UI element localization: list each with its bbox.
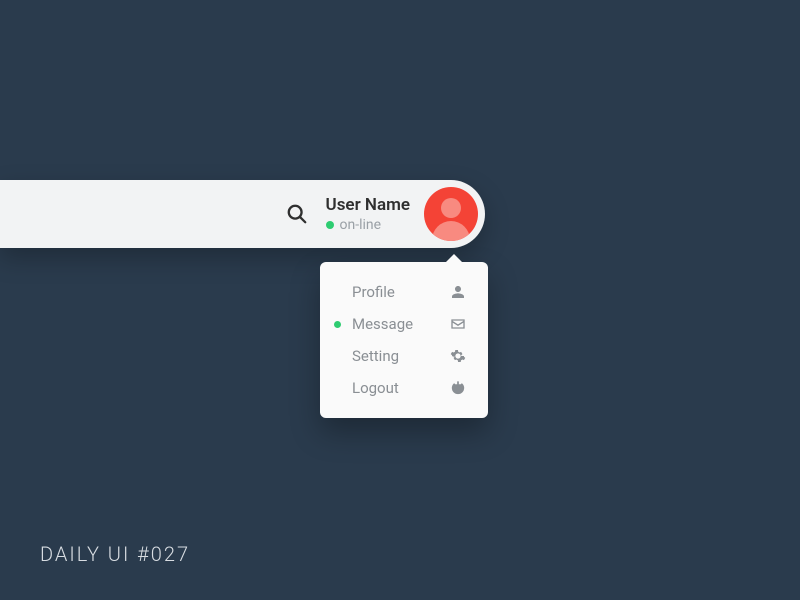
topbar: User Name on-line (0, 180, 485, 248)
power-icon (449, 380, 466, 397)
badge-dot (334, 321, 341, 328)
user-block: User Name on-line (326, 195, 410, 233)
status-indicator (326, 221, 334, 229)
dropdown-item-setting[interactable]: Setting (320, 340, 488, 372)
dropdown-item-label: Profile (352, 283, 395, 301)
avatar-icon (441, 198, 461, 218)
search-icon[interactable] (286, 203, 308, 225)
dropdown-item-label: Logout (352, 379, 399, 397)
user-name: User Name (326, 195, 410, 215)
user-dropdown: Profile Message Setting Logout (320, 262, 488, 418)
dropdown-item-label: Message (352, 315, 413, 333)
user-status: on-line (326, 217, 382, 233)
dropdown-item-logout[interactable]: Logout (320, 372, 488, 404)
gear-icon (449, 348, 466, 365)
avatar[interactable] (424, 187, 478, 241)
page-caption: DAILY UI #027 (40, 542, 190, 566)
user-icon (449, 284, 466, 301)
dropdown-item-profile[interactable]: Profile (320, 276, 488, 308)
dropdown-item-message[interactable]: Message (320, 308, 488, 340)
dropdown-item-label: Setting (352, 347, 399, 365)
status-text: on-line (340, 217, 382, 233)
envelope-icon (449, 316, 466, 333)
